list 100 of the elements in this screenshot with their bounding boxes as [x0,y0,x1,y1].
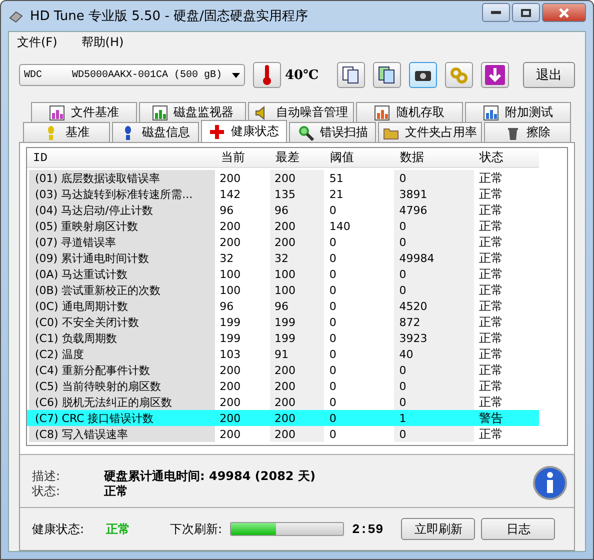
table-cell-text: 正常 [478,378,504,394]
table-cell: 199 [270,314,324,330]
table-cell-text: 0 [328,266,338,282]
table-cell-text: 正常 [478,250,504,266]
table-row[interactable]: (0A) 马达重试计数 100 100 0 0 正常 [27,266,539,282]
table-cell: 0 [394,426,474,442]
table-cell-text: 正常 [478,282,504,298]
table-row[interactable]: (C0) 不安全关闭计数 199 199 0 872 正常 [27,314,539,330]
drive-dropdown[interactable]: WDC WD5000AAKX-001CA (500 gB) [19,64,245,86]
table-cell-text: 正常 [478,346,504,362]
table-cell: (C2) 温度 [29,346,215,362]
tab[interactable]: 自动噪音管理 [248,102,354,122]
column-header[interactable]: 当前 [216,148,271,167]
table-cell: 199 [270,330,324,346]
table-cell-text: 100 [218,282,242,298]
detail-label: 状态: [32,483,62,500]
table-row[interactable]: (09) 累计通电时间计数 32 32 0 49984 正常 [27,250,539,266]
table-row[interactable]: (0B) 尝试重新校正的次数 100 100 0 0 正常 [27,282,539,298]
table-row[interactable]: (04) 马达启动/停止计数 96 96 0 4796 正常 [27,202,539,218]
table-cell: 135 [270,186,324,202]
table-row[interactable]: (C6) 脱机无法纠正的扇区数 200 200 0 0 正常 [27,394,539,410]
health-label: 健康状态: [32,520,86,538]
table-cell: (09) 累计通电时间计数 [29,250,215,266]
tab[interactable]: 随机存取 [356,102,463,122]
table-row[interactable]: (05) 重映射扇区计数 200 200 140 0 正常 [27,218,539,234]
table-cell-text: 140 [328,218,352,234]
menu-item[interactable]: 文件(F) [17,34,58,52]
footer-button[interactable]: 立即刷新 [401,518,476,540]
table-cell: 100 [270,266,324,282]
table-cell-text: 正常 [478,314,504,330]
table-cell-text: 103 [218,346,242,362]
table-row[interactable]: (C5) 当前待映射的扇区数 200 200 0 0 正常 [27,378,539,394]
table-cell: (C1) 负载周期数 [29,330,215,346]
table-cell-text: 200 [218,426,242,442]
tab[interactable]: 错误扫描 [289,122,376,142]
table-cell: 96 [270,298,324,314]
table-cell: 872 [394,314,474,330]
table-cell: 200 [270,234,324,250]
table-cell-text: 21 [328,186,344,202]
column-header[interactable]: 状态 [474,148,539,167]
table-row[interactable]: (C8) 写入错误速率 200 200 0 0 正常 [27,426,539,442]
table-cell: (07) 寻道错误率 [29,234,215,250]
table-cell-text: 96 [218,298,235,314]
table-cell-text: 正常 [478,426,504,442]
table-cell-text: 正常 [478,394,504,410]
table-cell-text: 200 [218,170,242,186]
table-row[interactable]: (01) 底层数据读取错误率 200 200 51 0 正常 [27,170,539,186]
table-cell: 200 [270,218,324,234]
tab[interactable]: 擦除 [484,122,571,142]
table-row[interactable]: (07) 寻道错误率 200 200 0 0 正常 [27,234,539,250]
table-row[interactable]: (C7) CRC 接口错误计数 200 200 0 1 警告 [27,410,539,426]
table-cell-text: 正常 [478,266,504,282]
table-row[interactable]: (C4) 重新分配事件计数 200 200 0 0 正常 [27,362,539,378]
tab[interactable]: 附加测试 [464,102,572,122]
column-header[interactable]: 最差 [270,148,326,167]
table-row[interactable]: (C2) 温度 103 91 0 40 正常 [27,346,539,362]
temperature-text: 40℃ [285,68,319,82]
table-cell-text: 正常 [478,330,504,346]
tab[interactable]: 磁盘监视器 [139,102,246,122]
table-cell: 200 [270,362,324,378]
column-header[interactable]: ID [27,148,216,167]
table-cell-text: 0 [328,362,338,378]
table-cell: 200 [270,170,324,186]
table-row[interactable]: (C1) 负载周期数 199 199 0 3923 正常 [27,330,539,346]
tab[interactable]: 基准 [23,122,110,142]
table-cell-text: 0 [328,250,338,266]
exit-button[interactable]: 退出 [523,62,575,88]
table-cell: (0B) 尝试重新校正的次数 [29,282,215,298]
table-row[interactable]: (0C) 通电周期计数 96 96 0 4520 正常 [27,298,539,314]
table-cell-text: 0 [328,314,338,330]
table-cell: 40 [394,346,474,362]
table-cell: (04) 马达启动/停止计数 [29,202,215,218]
table-cell: (0C) 通电周期计数 [29,298,215,314]
column-header[interactable]: 数据 [394,148,474,167]
table-cell: 200 [270,394,324,410]
footer-button[interactable]: 日志 [481,518,556,540]
table-cell: 100 [270,282,324,298]
menu-item[interactable]: 帮助(H) [81,34,124,52]
table-cell: 32 [270,250,324,266]
tab[interactable]: 文件夹占用率 [378,122,482,142]
table-cell-text: 0 [328,378,338,394]
table-cell-text: 51 [328,170,344,186]
table-cell: (C0) 不安全关闭计数 [29,314,215,330]
table-cell: 0 [394,282,474,298]
table-row[interactable]: (03) 马达旋转到标准转速所需... 142 135 21 3891 正常 [27,186,539,202]
table-cell: 0 [394,234,474,250]
tab[interactable]: 磁盘信息 [112,122,199,142]
table-cell-text: 正常 [478,298,504,314]
table-cell-text: 32 [218,250,235,266]
tab[interactable]: 文件基准 [31,102,138,122]
detail-label: 描述: [32,468,62,485]
table-cell-text: 0 [328,426,338,442]
detail-value: 硬盘累计通电时间: 49984 (2082 天) [104,468,316,484]
tab[interactable]: 健康状态 [200,120,288,142]
table-cell: 96 [270,202,324,218]
table-cell: (01) 底层数据读取错误率 [29,170,215,186]
table-cell-text: 0 [328,298,338,314]
table-cell: 0 [394,266,474,282]
column-header[interactable]: 阈值 [325,148,395,167]
table-cell-text: 199 [218,314,242,330]
